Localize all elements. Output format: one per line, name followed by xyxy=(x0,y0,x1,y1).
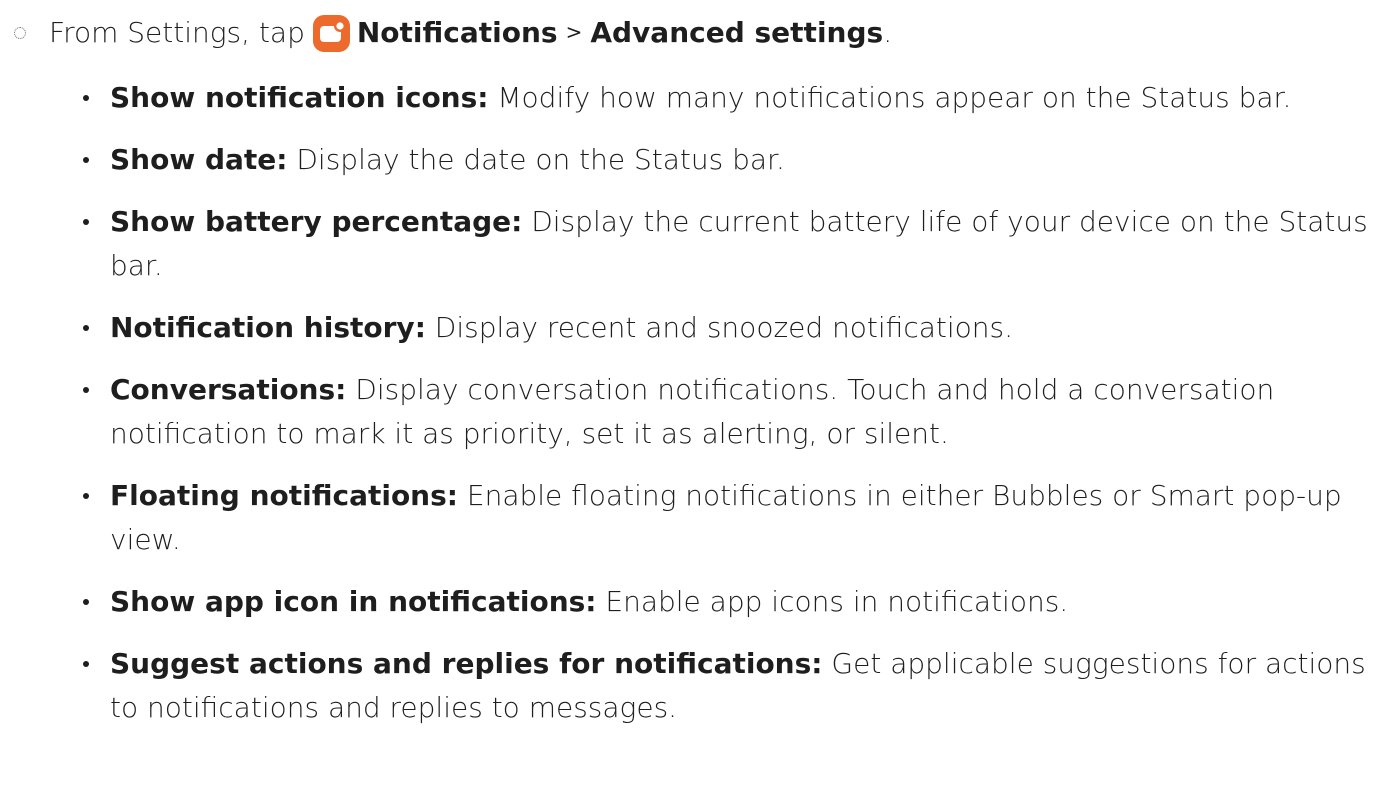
option-colon: : xyxy=(811,647,823,680)
option-term: Floating notifications xyxy=(110,479,447,512)
notifications-menu-label: Notifications xyxy=(356,16,558,49)
option-colon: : xyxy=(335,373,347,406)
list-item: Notification history: Display recent and… xyxy=(82,306,1377,350)
list-item: Conversations: Display conversation noti… xyxy=(82,368,1377,456)
list-item: Show notification icons: Modify how many… xyxy=(82,76,1377,120)
option-term: Show battery percentage xyxy=(110,205,512,238)
step-end: . xyxy=(883,16,893,49)
option-term: Conversations xyxy=(110,373,336,406)
option-term: Show date xyxy=(110,143,277,176)
option-colon: : xyxy=(585,585,597,618)
list-item: Show date: Display the date on the Statu… xyxy=(82,138,1377,182)
option-term: Notification history xyxy=(110,311,415,344)
option-term: Show app icon in notifications xyxy=(110,585,586,618)
option-colon: : xyxy=(511,205,523,238)
advanced-settings-label: Advanced settings xyxy=(590,16,884,49)
instruction-step: From Settings, tap Notifications > Advan… xyxy=(14,8,1379,58)
option-colon: : xyxy=(446,479,458,512)
step-prefix: From Settings, tap xyxy=(49,16,305,49)
option-colon: : xyxy=(414,311,426,344)
option-colon: : xyxy=(477,81,489,114)
list-item: Floating notifications: Enable floating … xyxy=(82,474,1377,562)
option-term: Suggest actions and replies for notifica… xyxy=(110,647,812,680)
list-item: Suggest actions and replies for notifica… xyxy=(82,642,1377,730)
option-colon: : xyxy=(276,143,288,176)
list-item: Show app icon in notifications: Enable a… xyxy=(82,580,1377,624)
option-description: Modify how many notifications appear on … xyxy=(488,81,1292,114)
settings-options-list: Show notification icons: Modify how many… xyxy=(82,76,1377,748)
option-description: Display the date on the Status bar. xyxy=(287,143,785,176)
list-item: Show battery percentage: Display the cur… xyxy=(82,200,1377,288)
option-description: Display recent and snoozed notifications… xyxy=(425,311,1013,344)
breadcrumb-separator: > xyxy=(565,20,583,44)
step-marker-icon xyxy=(14,27,26,39)
option-term: Show notification icons xyxy=(110,81,478,114)
notifications-app-icon xyxy=(312,14,350,52)
option-description: Enable app icons in notifications. xyxy=(596,585,1069,618)
step-line: From Settings, tap Notifications > Advan… xyxy=(14,8,1379,58)
